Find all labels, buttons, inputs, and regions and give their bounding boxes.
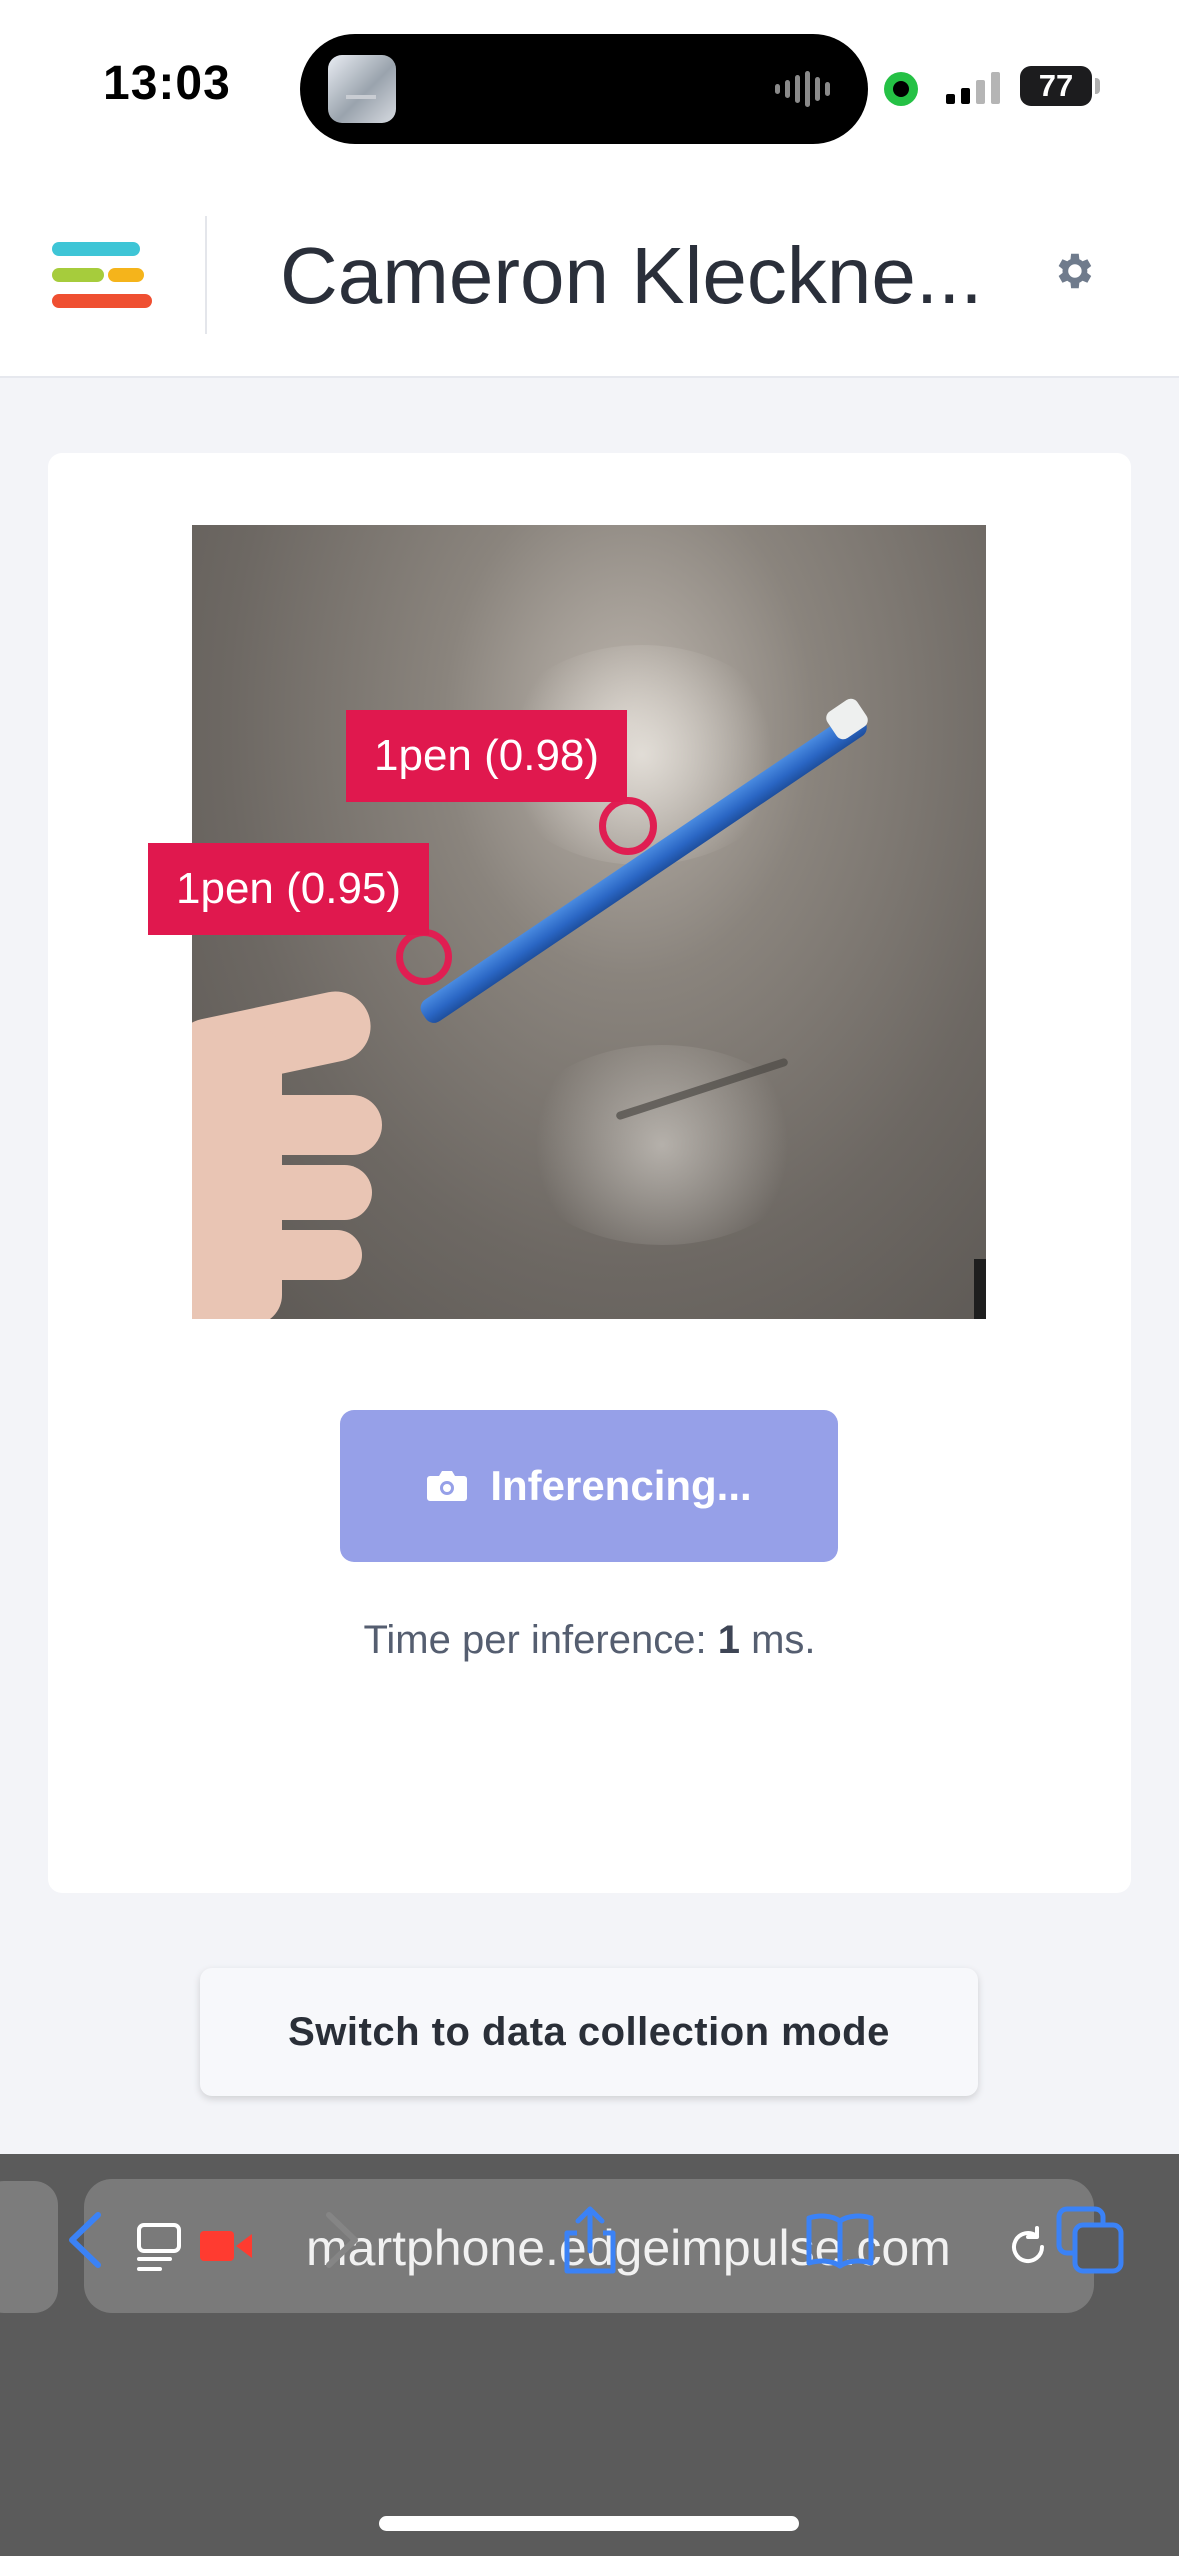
back-icon[interactable] <box>52 2205 122 2275</box>
status-bar: 13:03 77 <box>0 0 1179 180</box>
switch-to-data-collection-button[interactable]: Switch to data collection mode <box>200 1968 978 2096</box>
cellular-signal-icon <box>946 70 1000 104</box>
home-indicator[interactable] <box>379 2516 799 2531</box>
gear-icon[interactable] <box>1050 248 1096 294</box>
hand <box>192 984 402 1319</box>
share-icon[interactable] <box>555 2205 625 2275</box>
camera-in-use-indicator <box>884 72 918 106</box>
detection-label: 1pen (0.98) <box>346 710 628 802</box>
floor-glare <box>512 1045 812 1245</box>
tabs-icon[interactable] <box>1055 2205 1125 2275</box>
battery-cap <box>1095 78 1100 94</box>
audio-waveform-icon <box>775 71 830 107</box>
page-menu-icon[interactable] <box>136 2221 182 2273</box>
now-playing-thumbnail <box>328 55 396 123</box>
dynamic-island <box>300 34 868 144</box>
detection-marker <box>599 797 657 855</box>
detection-marker <box>396 929 452 985</box>
camera-recording-icon[interactable] <box>200 2231 252 2261</box>
time-per-inference-prefix: Time per inference: <box>363 1618 707 1662</box>
reload-icon[interactable] <box>1004 2223 1052 2271</box>
inferencing-label: Inferencing... <box>490 1462 752 1509</box>
header-divider <box>205 216 207 334</box>
previous-tab-peek[interactable] <box>0 2181 58 2313</box>
clock: 13:03 <box>103 57 231 110</box>
project-title: Cameron Kleckne... <box>280 231 983 320</box>
inferencing-button[interactable]: Inferencing... <box>340 1410 838 1562</box>
bookmarks-icon[interactable] <box>805 2205 875 2275</box>
time-per-inference-value: 1 <box>717 1618 740 1662</box>
floor-edge <box>974 1259 986 1319</box>
app-header: Cameron Kleckne... <box>0 180 1179 378</box>
time-per-inference-unit: ms. <box>751 1618 816 1662</box>
menu-logo-icon[interactable] <box>52 242 156 310</box>
battery-icon: 77 <box>1020 66 1092 106</box>
camera-icon <box>427 1471 468 1501</box>
forward-icon[interactable] <box>305 2205 375 2275</box>
detection-label: 1pen (0.95) <box>148 843 430 935</box>
time-per-inference: Time per inference: 1 ms. <box>0 1618 1179 1663</box>
